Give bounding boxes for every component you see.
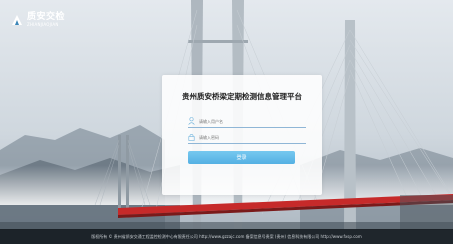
password-field — [188, 131, 306, 144]
lock-icon — [188, 134, 195, 141]
login-button[interactable]: 登录 — [188, 151, 295, 164]
login-page: 质安交检 ZHIANJIAOJIAN 贵州质安桥梁定期检测信息管理平台 登录 版… — [0, 0, 453, 244]
brand-subtitle: ZHIANJIAOJIAN — [27, 22, 59, 27]
logo-icon — [12, 15, 22, 25]
user-icon — [188, 117, 195, 125]
brand-text: 质安交检 ZHIANJIAOJIAN — [27, 13, 65, 27]
brand-name: 质安交检 — [27, 12, 66, 22]
login-card: 贵州质安桥梁定期检测信息管理平台 登录 — [162, 75, 322, 195]
password-input[interactable] — [199, 132, 299, 142]
username-input[interactable] — [199, 116, 299, 126]
brand-logo: 质安交检 ZHIANJIAOJIAN — [10, 13, 65, 27]
platform-title: 贵州质安桥梁定期检测信息管理平台 — [182, 92, 302, 101]
username-field — [188, 115, 306, 128]
footer-copyright: 版权所有 © 贵州省质安交通工程监控检测中心有限责任公司 http://www.… — [0, 229, 453, 244]
